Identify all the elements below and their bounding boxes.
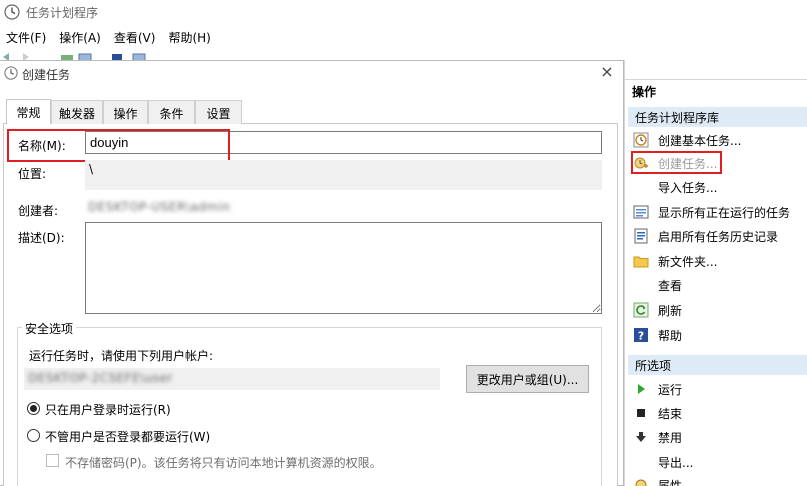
action-view[interactable]: 查看	[630, 274, 807, 296]
help-toolbar-icon[interactable]	[110, 52, 124, 60]
user-account-value: DESKTOP-2CSEFE\user	[28, 371, 173, 385]
checkbox-no-password[interactable]	[46, 454, 59, 467]
app-title: 任务计划程序	[26, 6, 99, 20]
tab-conditions[interactable]: 条件	[148, 100, 195, 124]
run-as-label: 运行任务时，请使用下列用户帐户:	[29, 349, 214, 363]
view-icon	[633, 277, 649, 293]
app-titlebar	[0, 0, 807, 24]
stop-icon	[637, 409, 645, 417]
section-task-library-label: 任务计划程序库	[635, 110, 720, 125]
up-folder-icon[interactable]	[60, 52, 74, 60]
tab-settings[interactable]: 设置	[195, 100, 242, 124]
author-label: 创建者:	[18, 204, 59, 218]
menu-action[interactable]: 操作(A)	[53, 29, 108, 46]
console-tree-icon[interactable]	[78, 52, 92, 60]
running-tasks-icon	[633, 205, 649, 219]
run-icon	[638, 384, 645, 394]
location-value: \	[85, 160, 602, 190]
checkbox-no-password-label: 不存储密码(P)。该任务将只有访问本地计算机资源的权限。	[65, 456, 382, 470]
dialog-title: 创建任务	[22, 68, 71, 82]
back-arrow-icon[interactable]	[2, 52, 16, 60]
clock-icon	[4, 4, 20, 20]
radio-whether-logged[interactable]	[27, 429, 40, 442]
action-enable-history[interactable]: 启用所有任务历史记录	[630, 225, 807, 247]
action-display-running[interactable]: 显示所有正在运行的任务	[630, 201, 807, 223]
create-basic-task-icon	[633, 132, 649, 148]
properties-icon	[635, 479, 647, 486]
section-selected-item[interactable]: 所选项	[628, 355, 807, 375]
close-icon[interactable]: ×	[598, 63, 616, 81]
action-export[interactable]: 导出...	[630, 451, 807, 473]
import-task-icon	[633, 179, 649, 195]
menu-file[interactable]: 文件(F)	[0, 29, 53, 46]
radio-logged-on-label: 只在用户登录时运行(R)	[45, 403, 171, 417]
actions-divider	[624, 79, 807, 80]
help-icon: ?	[634, 328, 648, 343]
action-end[interactable]: 结束	[630, 402, 807, 424]
actions-pane-header: 操作	[632, 85, 657, 99]
menu-help[interactable]: 帮助(H)	[162, 29, 217, 46]
export-icon	[633, 454, 649, 470]
action-help[interactable]: ? 帮助	[630, 324, 807, 346]
svg-text:?: ?	[638, 330, 644, 343]
name-highlight	[7, 129, 230, 162]
history-icon	[634, 228, 648, 244]
security-options-legend: 安全选项	[22, 320, 77, 337]
folder-icon	[633, 256, 649, 268]
tab-triggers[interactable]: 触发器	[51, 100, 103, 124]
location-label: 位置:	[18, 167, 47, 181]
action-run[interactable]: 运行	[630, 378, 807, 400]
dialog-clock-icon	[4, 66, 18, 80]
section-selected-item-label: 所选项	[635, 358, 672, 373]
change-user-button[interactable]: 更改用户或组(U)...	[466, 365, 589, 393]
action-disable[interactable]: 禁用	[630, 426, 807, 448]
description-label: 描述(D):	[18, 231, 65, 245]
author-value: DESKTOP-USER\admin	[88, 200, 231, 214]
pane-toggle-icon[interactable]	[132, 52, 146, 60]
refresh-icon	[633, 302, 649, 318]
user-account-box: DESKTOP-2CSEFE\user	[24, 368, 440, 390]
action-refresh[interactable]: 刷新	[630, 299, 807, 321]
action-import-task[interactable]: 导入任务...	[630, 176, 807, 198]
action-create-basic-task[interactable]: 创建基本任务...	[630, 129, 807, 151]
radio-logged-on[interactable]	[27, 402, 40, 415]
radio-whether-logged-label: 不管用户是否登录都要运行(W)	[45, 430, 211, 444]
section-task-library[interactable]: 任务计划程序库	[628, 107, 807, 127]
tab-general[interactable]: 常规	[6, 99, 51, 124]
menubar: 文件(F) 操作(A) 查看(V) 帮助(H)	[0, 27, 807, 47]
action-properties[interactable]: 属性	[630, 474, 807, 486]
action-new-folder[interactable]: 新文件夹...	[630, 250, 807, 272]
disable-icon	[636, 432, 646, 442]
tab-actions[interactable]: 操作	[103, 100, 148, 124]
description-textarea[interactable]	[85, 222, 602, 314]
menu-view[interactable]: 查看(V)	[108, 29, 163, 46]
toolbar	[0, 48, 630, 60]
create-task-highlight	[631, 151, 722, 174]
forward-arrow-icon[interactable]	[16, 52, 30, 60]
